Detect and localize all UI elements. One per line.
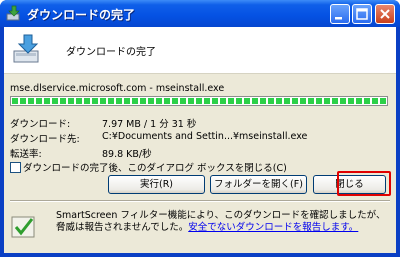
window-title: ダウンロードの完了 [27, 8, 136, 22]
window-close-button[interactable] [375, 4, 395, 24]
minimize-button[interactable] [330, 4, 350, 24]
smartscreen-shield-icon [11, 216, 35, 238]
close-icon [380, 9, 390, 19]
run-button[interactable]: 実行(R) [108, 175, 205, 194]
downloaded-value: 7.97 MB / 1 分 31 秒 [102, 119, 197, 130]
close-on-complete-label[interactable]: ダウンロードの完了後、このダイアログ ボックスを閉じる(C) [23, 163, 287, 174]
destination-value: C:¥Documents and Settin...¥mseinstall.ex… [102, 131, 308, 142]
downloaded-label: ダウンロード: [10, 119, 71, 130]
close-on-complete-option[interactable]: ダウンロードの完了後、このダイアログ ボックスを閉じる(C) [10, 160, 287, 174]
download-url: mse.dlservice.microsoft.com - mseinstall… [10, 83, 225, 94]
download-complete-icon [13, 34, 39, 63]
progress-fill [12, 98, 386, 104]
report-unsafe-link[interactable]: 安全でないダウンロードを報告します。 [188, 222, 358, 233]
minimize-icon [335, 17, 342, 20]
close-on-complete-checkbox[interactable] [10, 161, 21, 173]
download-complete-window: ダウンロードの完了 ダウンロードの完了 mse.dlservice.micros… [0, 0, 400, 257]
maximize-button[interactable] [352, 4, 372, 24]
maximize-icon [356, 8, 368, 20]
open-folder-button[interactable]: フォルダーを開く(F) [210, 175, 307, 194]
progress-bar [10, 96, 388, 106]
dialog-body: ダウンロードの完了 mse.dlservice.microsoft.com - … [4, 27, 396, 253]
transfer-rate-label: 転送率: [10, 149, 42, 160]
transfer-rate-value: 89.8 KB/秒 [102, 149, 152, 160]
title-bar[interactable]: ダウンロードの完了 [0, 0, 400, 27]
header-title: ダウンロードの完了 [66, 47, 156, 58]
close-button-highlight [337, 171, 391, 196]
footer-divider [10, 200, 390, 202]
destination-label: ダウンロード先: [10, 134, 80, 145]
smartscreen-message: SmartScreen フィルター機能により、このダウンロードを確認しましたが、… [56, 210, 388, 234]
dialog-header: ダウンロードの完了 [4, 27, 396, 74]
download-icon [6, 5, 20, 21]
